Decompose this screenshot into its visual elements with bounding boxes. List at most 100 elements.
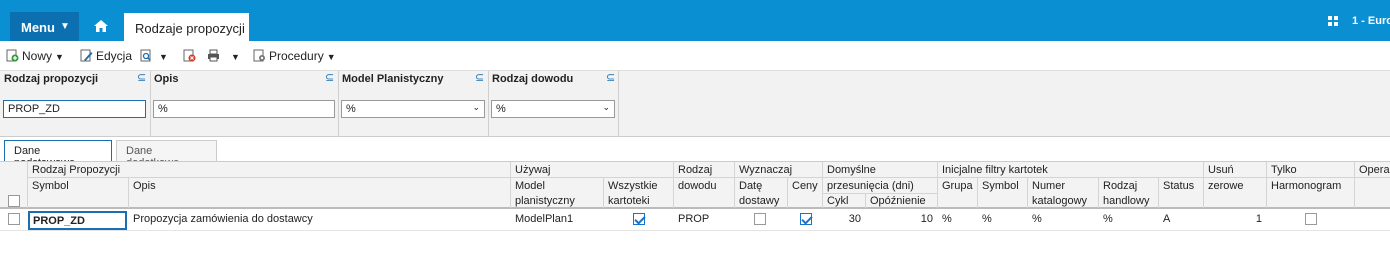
divider bbox=[977, 178, 978, 208]
new-label: Nowy bbox=[22, 49, 53, 63]
divider bbox=[27, 162, 28, 208]
column-group-domyslne-line1: Domyślne bbox=[827, 164, 876, 176]
divider bbox=[1158, 178, 1159, 208]
column-rodzaj-handlowy-line2[interactable]: handlowy bbox=[1103, 194, 1149, 209]
home-icon[interactable] bbox=[93, 18, 109, 34]
print-button[interactable]: ▼ bbox=[207, 49, 240, 63]
tab-dane-podstawowe[interactable]: Dane podstawowe bbox=[4, 140, 112, 169]
cell-model[interactable]: ModelPlan1 bbox=[515, 213, 573, 225]
sort-icon[interactable]: ⊆ bbox=[137, 71, 146, 84]
column-model-line1[interactable]: Model bbox=[515, 179, 545, 194]
chevron-down-icon: ▼ bbox=[326, 52, 336, 62]
search-icon bbox=[140, 49, 151, 62]
divider bbox=[510, 162, 511, 208]
column-filtr-symbol[interactable]: Symbol bbox=[982, 179, 1019, 194]
cell-date-checkbox[interactable] bbox=[754, 213, 766, 225]
tab-rodzaje-propozycji[interactable]: Rodzaje propozycji bbox=[124, 13, 249, 41]
top-bar: Menu ▼ Rodzaje propozycji 1 - Euro bbox=[0, 0, 1390, 41]
apps-grid-icon[interactable] bbox=[1328, 16, 1338, 26]
cell-symbol[interactable]: PROP_ZD bbox=[28, 211, 127, 230]
column-operacje[interactable]: Opera bbox=[1359, 163, 1390, 178]
divider bbox=[1098, 178, 1099, 208]
search-button[interactable]: ▼ bbox=[140, 49, 168, 63]
column-model-line2[interactable]: planistyczny bbox=[515, 194, 575, 209]
divider bbox=[865, 194, 866, 208]
column-date-line1[interactable]: Datę bbox=[739, 179, 762, 194]
cell-status[interactable]: A bbox=[1163, 213, 1170, 225]
filter-label: Opis bbox=[154, 73, 179, 85]
cell-opis[interactable]: Propozycja zamówienia do dostawcy bbox=[133, 213, 313, 225]
menu-button[interactable]: Menu ▼ bbox=[10, 12, 79, 41]
column-rodzaj-dowodu-line2[interactable]: dowodu bbox=[678, 179, 717, 194]
sort-icon[interactable]: ⊆ bbox=[325, 71, 334, 84]
column-cykl[interactable]: Cykl bbox=[827, 194, 848, 209]
filter-rodzaj-dowodu-select[interactable]: % ⌄ bbox=[491, 100, 615, 118]
cell-numer[interactable]: % bbox=[1032, 213, 1042, 225]
tab-dane-dodatkowe[interactable]: Dane dodatkowe bbox=[116, 140, 217, 169]
filter-rodzaj-propozycji: Rodzaj propozycji ⊆ PROP_ZD bbox=[0, 71, 150, 137]
cell-cykl[interactable]: 30 bbox=[827, 213, 861, 225]
cell-filtr-symbol[interactable]: % bbox=[982, 213, 992, 225]
chevron-down-icon: ▼ bbox=[55, 52, 64, 62]
column-date-line2[interactable]: dostawy bbox=[739, 194, 779, 209]
filter-model-planistyczny: Model Planistyczny ⊆ % ⌄ bbox=[338, 71, 488, 137]
sort-icon[interactable]: ⊆ bbox=[475, 71, 484, 84]
filter-opis: Opis ⊆ % bbox=[150, 71, 338, 137]
column-usun-line1[interactable]: Usuń bbox=[1208, 163, 1234, 178]
cell-tylko-checkbox[interactable] bbox=[1305, 213, 1317, 225]
column-status[interactable]: Status bbox=[1163, 179, 1194, 194]
divider bbox=[618, 71, 619, 137]
column-wszystkie-line2[interactable]: kartoteki bbox=[608, 194, 650, 209]
column-group-uzywaj: Używaj bbox=[515, 164, 551, 176]
company-selector[interactable]: 1 - Euro bbox=[1352, 15, 1390, 27]
filter-rodzaj-propozycji-input[interactable]: PROP_ZD bbox=[3, 100, 146, 118]
menu-label: Menu bbox=[21, 20, 55, 35]
column-symbol[interactable]: Symbol bbox=[32, 179, 69, 194]
filter-opis-input[interactable]: % bbox=[153, 100, 335, 118]
divider bbox=[822, 162, 823, 208]
filter-model-planistyczny-select[interactable]: % ⌄ bbox=[341, 100, 485, 118]
column-numer-line2[interactable]: katalogowy bbox=[1032, 194, 1087, 209]
divider bbox=[1266, 162, 1267, 208]
select-value: % bbox=[346, 103, 356, 115]
row-checkbox[interactable] bbox=[8, 213, 20, 225]
cell-usun[interactable]: 1 bbox=[1208, 213, 1262, 225]
divider bbox=[603, 178, 604, 208]
column-opoznienie[interactable]: Opóźnienie bbox=[870, 194, 926, 209]
procedures-label: Procedury bbox=[269, 49, 324, 63]
cell-grupa[interactable]: % bbox=[942, 213, 952, 225]
column-opis[interactable]: Opis bbox=[133, 179, 156, 194]
column-rodzaj-dowodu-line1[interactable]: Rodzaj bbox=[678, 163, 712, 178]
filter-panel: Rodzaj propozycji ⊆ PROP_ZD Opis ⊆ % Mod… bbox=[0, 71, 1390, 137]
gear-document-icon bbox=[253, 49, 265, 62]
column-ceny[interactable]: Ceny bbox=[792, 179, 818, 194]
filter-rodzaj-dowodu: Rodzaj dowodu ⊆ % ⌄ bbox=[488, 71, 618, 137]
column-tylko-line2[interactable]: Harmonogram bbox=[1271, 179, 1341, 194]
cell-rodzaj-dowodu[interactable]: PROP bbox=[678, 213, 709, 225]
select-all-checkbox[interactable] bbox=[8, 195, 20, 207]
sort-icon[interactable]: ⊆ bbox=[606, 71, 615, 84]
toolbar: Nowy ▼ Edycja ▼ ▼ Procedury ▼ bbox=[0, 41, 1390, 71]
filter-label: Model Planistyczny bbox=[342, 73, 444, 85]
table-row[interactable]: Propozycja zamówienia do dostawcy ModelP… bbox=[0, 209, 1390, 231]
column-wszystkie-line1[interactable]: Wszystkie bbox=[608, 179, 658, 194]
new-button[interactable]: Nowy ▼ bbox=[6, 49, 64, 63]
filter-label: Rodzaj propozycji bbox=[4, 73, 99, 85]
cell-opoznienie[interactable]: 10 bbox=[870, 213, 933, 225]
cell-ceny-checkbox[interactable] bbox=[800, 213, 812, 225]
procedures-button[interactable]: Procedury ▼ bbox=[253, 49, 336, 63]
edit-icon bbox=[80, 49, 93, 62]
column-numer-line1[interactable]: Numer bbox=[1032, 179, 1065, 194]
column-group-wyznaczaj: Wyznaczaj bbox=[739, 164, 793, 176]
cell-rodzaj-handlowy[interactable]: % bbox=[1103, 213, 1113, 225]
column-grupa[interactable]: Grupa bbox=[942, 179, 973, 194]
column-rodzaj-handlowy-line1[interactable]: Rodzaj bbox=[1103, 179, 1137, 194]
chevron-down-icon: ▼ bbox=[60, 21, 70, 32]
column-usun-line2[interactable]: zerowe bbox=[1208, 179, 1243, 194]
column-tylko-line1[interactable]: Tylko bbox=[1271, 163, 1297, 178]
divider bbox=[1203, 162, 1204, 208]
edit-button[interactable]: Edycja bbox=[80, 49, 132, 63]
cell-wszystkie-checkbox[interactable] bbox=[633, 213, 645, 225]
delete-button[interactable] bbox=[183, 49, 199, 63]
filter-label: Rodzaj dowodu bbox=[492, 73, 574, 85]
